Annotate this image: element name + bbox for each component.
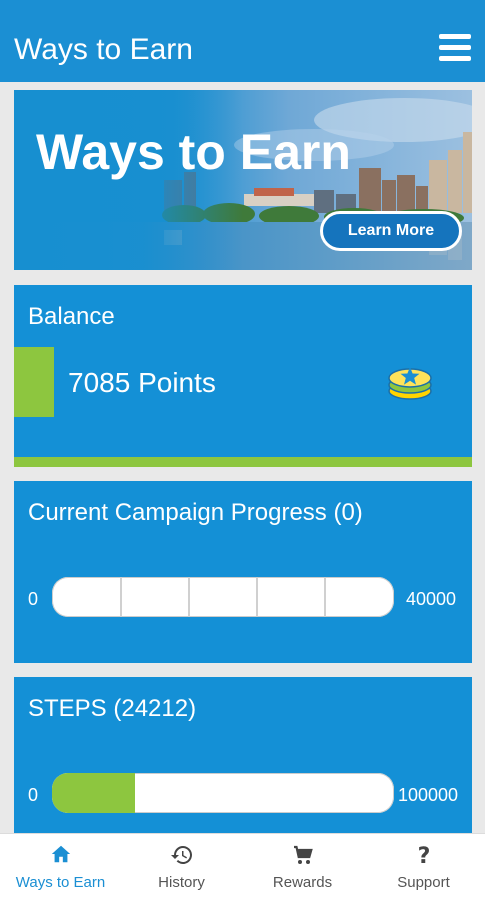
progress-segment-divider [188, 577, 190, 617]
steps-min-label: 0 [28, 785, 39, 805]
balance-title: Balance [28, 303, 115, 330]
campaign-title: Current Campaign Progress (0) [28, 499, 363, 526]
balance-accent-bar [14, 457, 472, 467]
nav-history[interactable]: History [121, 834, 242, 900]
campaign-max-label: 40000 [406, 589, 457, 609]
steps-progress-fill [52, 773, 135, 813]
balance-card: Balance 7085 Points [14, 285, 472, 467]
svg-text:?: ? [417, 844, 430, 867]
steps-progress-bar [52, 773, 394, 813]
progress-segment-divider [324, 577, 326, 617]
campaign-progress-bar [52, 577, 394, 617]
steps-max-label: 100000 [398, 785, 459, 805]
balance-accent-tab [14, 347, 54, 417]
hamburger-menu-icon[interactable] [439, 34, 471, 62]
progress-segment-divider [120, 577, 122, 617]
steps-title: STEPS (24212) [28, 695, 197, 722]
app-bar: Ways to Earn [0, 0, 485, 82]
balance-points: 7085 Points [68, 367, 216, 398]
nav-rewards[interactable]: Rewards [242, 834, 363, 900]
cart-icon [293, 845, 313, 864]
ways-to-earn-banner[interactable]: Ways to Earn Learn More [14, 90, 472, 270]
campaign-min-label: 0 [28, 589, 39, 609]
nav-label: History [158, 874, 205, 891]
steps-card: STEPS (24212) 0 100000 [14, 677, 472, 837]
history-icon [170, 846, 192, 864]
progress-segment-divider [256, 577, 258, 617]
nav-label: Rewards [272, 874, 333, 891]
coin-stack-star-icon [388, 367, 432, 400]
nav-label: Ways to Earn [15, 874, 106, 891]
banner-headline: Ways to Earn [36, 124, 351, 180]
page-title: Ways to Earn [14, 33, 193, 66]
nav-label: Support [397, 874, 450, 891]
question-icon: ? [417, 844, 430, 867]
campaign-progress-card: Current Campaign Progress (0) 0 40000 [14, 481, 472, 663]
learn-more-button[interactable]: Learn More [320, 211, 462, 251]
bottom-navigation: Ways to Earn History Rewards ? Support [0, 833, 485, 900]
home-icon [51, 845, 70, 863]
nav-ways-to-earn[interactable]: Ways to Earn [0, 834, 121, 900]
nav-support[interactable]: ? Support [363, 834, 484, 900]
